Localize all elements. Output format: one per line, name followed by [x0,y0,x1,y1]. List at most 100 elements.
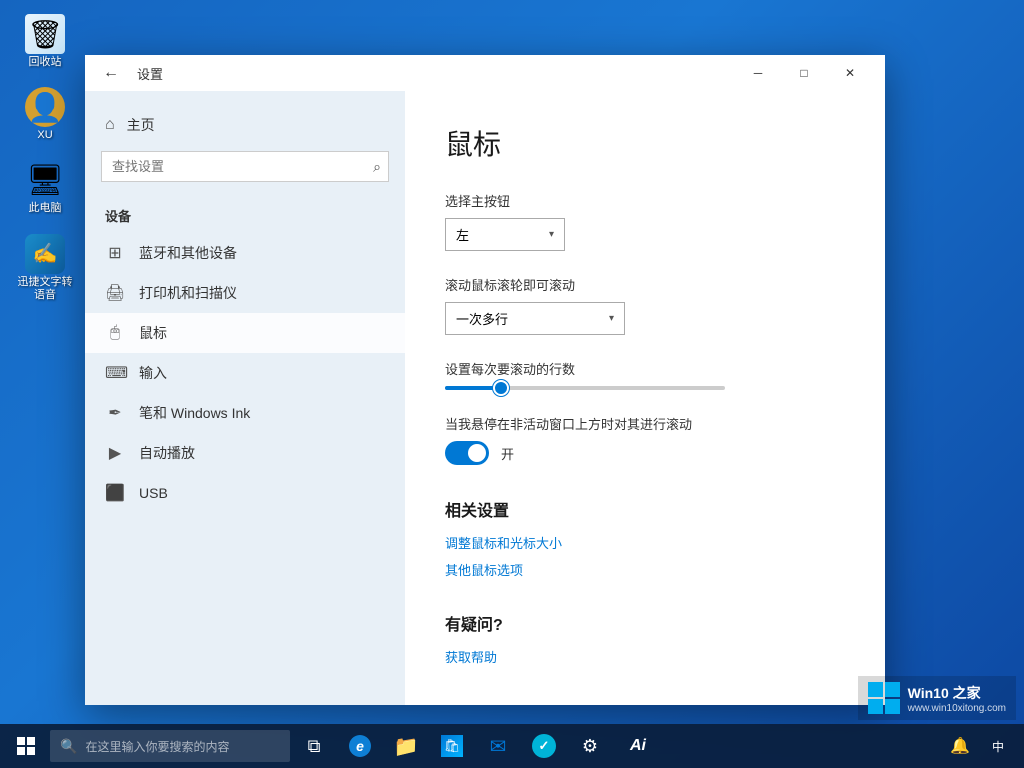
taskbar-edge[interactable]: e [338,724,382,768]
ai-area: Ai [614,724,662,768]
scroll-dropdown-arrow-icon: ▾ [609,313,614,324]
edge-icon: e [349,735,371,757]
voice-icon: ✍ [25,234,65,274]
sidebar-home[interactable]: ⌂ 主页 [85,107,405,143]
sidebar: ⌂ 主页 ⌕ 设备 ⊞ 蓝牙和其他设备 🖨 打印机和扫描仪 🖱 [85,91,405,705]
scroll-lines-group: 设置每次要滚动的行数 [445,359,845,390]
scroll-label: 滚动鼠标滚轮即可滚动 [445,275,845,294]
taskbar: 🔍 在这里输入你要搜索的内容 ⧉ e 📁 🛍 ✉ ✓ ⚙ Ai [0,724,1024,768]
title-bar-left: ← 设置 [97,62,735,84]
faq-title: 有疑问? [445,611,845,635]
gear-icon: ⚙ [582,736,598,757]
pen-icon: ✒ [105,403,125,423]
sidebar-item-input[interactable]: ⌨ 输入 [85,353,405,393]
taskbar-right: 🔔 中 [942,724,1020,768]
primary-button-group: 选择主按钮 左 ▾ [445,191,845,251]
slider-track [445,386,725,390]
close-button[interactable]: ✕ [827,55,873,91]
primary-button-dropdown[interactable]: 左 ▾ [445,218,565,251]
slider-thumb[interactable] [493,380,509,396]
toggle-knob [468,444,486,462]
ai-label: Ai [630,737,646,755]
taskbar-store[interactable]: 🛍 [430,724,474,768]
inactive-scroll-toggle[interactable] [445,441,489,465]
taskbar-search-box[interactable]: 🔍 在这里输入你要搜索的内容 [50,730,290,762]
desktop: 🗑 回收站 👤 XU 🖥 此电脑 ✍ 迅捷文字转语音 ← 设置 ─ [0,0,1024,768]
folder-icon: 📁 [394,734,419,759]
primary-button-value: 左 [456,225,469,244]
recycle-bin-icon: 🗑 [25,14,65,54]
taskbar-blue-app[interactable]: ✓ [522,724,566,768]
desktop-icon-pc[interactable]: 🖥 此电脑 [10,156,80,219]
sidebar-item-bluetooth[interactable]: ⊞ 蓝牙和其他设备 [85,233,405,273]
dropdown-arrow-icon: ▾ [549,229,554,240]
sidebar-item-usb[interactable]: ⬛ USB [85,473,405,513]
mouse-label: 鼠标 [139,323,167,343]
inactive-scroll-toggle-row: 开 [445,441,845,465]
bluetooth-label: 蓝牙和其他设备 [139,243,237,263]
minimize-button[interactable]: ─ [735,55,781,91]
win10-watermark: Win10 之家 www.win10xitong.com [858,676,1016,720]
mail-icon: ✉ [490,734,507,759]
sidebar-item-printer[interactable]: 🖨 打印机和扫描仪 [85,273,405,313]
input-label: 输入 [139,363,167,383]
maximize-button[interactable]: □ [781,55,827,91]
scroll-lines-slider[interactable] [445,386,845,390]
printer-label: 打印机和扫描仪 [139,283,237,303]
usb-label: USB [139,485,168,501]
home-label: 主页 [127,115,155,135]
notifications-icon[interactable]: 🔔 [942,724,978,768]
mouse-icon: 🖱 [105,324,125,342]
page-title: 鼠标 [445,123,845,163]
language-indicator[interactable]: 中 [980,724,1016,768]
toggle-state-label: 开 [501,444,514,463]
taskbar-settings-app[interactable]: ⚙ [568,724,612,768]
inactive-scroll-group: 当我悬停在非活动窗口上方时对其进行滚动 开 [445,414,845,465]
start-button[interactable] [4,724,48,768]
taskbar-mail[interactable]: ✉ [476,724,520,768]
printer-icon: 🖨 [105,283,125,303]
store-icon: 🛍 [441,735,463,757]
other-mouse-options-link[interactable]: 其他鼠标选项 [445,560,845,579]
scroll-value: 一次多行 [456,309,508,328]
related-settings-title: 相关设置 [445,497,845,521]
task-view-icon: ⧉ [308,736,321,757]
bluetooth-icon: ⊞ [105,243,125,263]
title-bar: ← 设置 ─ □ ✕ [85,55,885,91]
inactive-scroll-label: 当我悬停在非活动窗口上方时对其进行滚动 [445,414,845,433]
back-button[interactable]: ← [97,62,125,84]
taskbar-search-placeholder: 在这里输入你要搜索的内容 [85,738,229,755]
task-view-button[interactable]: ⧉ [292,724,336,768]
sidebar-item-mouse[interactable]: 🖱 鼠标 [85,313,405,353]
search-box: ⌕ [101,151,389,182]
taskbar-search-icon: 🔍 [60,738,77,755]
desktop-icon-voice[interactable]: ✍ 迅捷文字转语音 [10,230,80,306]
pc-label: 此电脑 [29,202,62,215]
search-input[interactable] [101,151,389,182]
autoplay-icon: ▶ [105,443,125,463]
sidebar-item-autoplay[interactable]: ▶ 自动播放 [85,433,405,473]
mouse-cursor-size-link[interactable]: 调整鼠标和光标大小 [445,533,845,552]
primary-button-label: 选择主按钮 [445,191,845,210]
content-area: ⌂ 主页 ⌕ 设备 ⊞ 蓝牙和其他设备 🖨 打印机和扫描仪 🖱 [85,91,885,705]
search-icon[interactable]: ⌕ [373,158,381,175]
recycle-bin-label: 回收站 [29,56,62,69]
sidebar-section-title: 设备 [85,198,405,233]
scroll-lines-label: 设置每次要滚动的行数 [445,359,845,378]
pc-icon: 🖥 [25,160,65,200]
desktop-icon-user[interactable]: 👤 XU [10,83,80,146]
pen-label: 笔和 Windows Ink [139,403,250,423]
desktop-icons: 🗑 回收站 👤 XU 🖥 此电脑 ✍ 迅捷文字转语音 [10,10,80,306]
win10-label: Win10 之家 [908,685,981,701]
win-logo-icon [868,682,900,714]
sidebar-item-pen[interactable]: ✒ 笔和 Windows Ink [85,393,405,433]
taskbar-explorer[interactable]: 📁 [384,724,428,768]
scroll-dropdown[interactable]: 一次多行 ▾ [445,302,625,335]
keyboard-icon: ⌨ [105,363,125,383]
win10-info: Win10 之家 www.win10xitong.com [908,683,1006,714]
get-help-link[interactable]: 获取帮助 [445,647,845,666]
settings-window: ← 设置 ─ □ ✕ ⌂ 主页 ⌕ 设备 [85,55,885,705]
blue-app-icon: ✓ [532,734,556,758]
windows-logo-icon [17,737,35,755]
desktop-icon-recycle[interactable]: 🗑 回收站 [10,10,80,73]
